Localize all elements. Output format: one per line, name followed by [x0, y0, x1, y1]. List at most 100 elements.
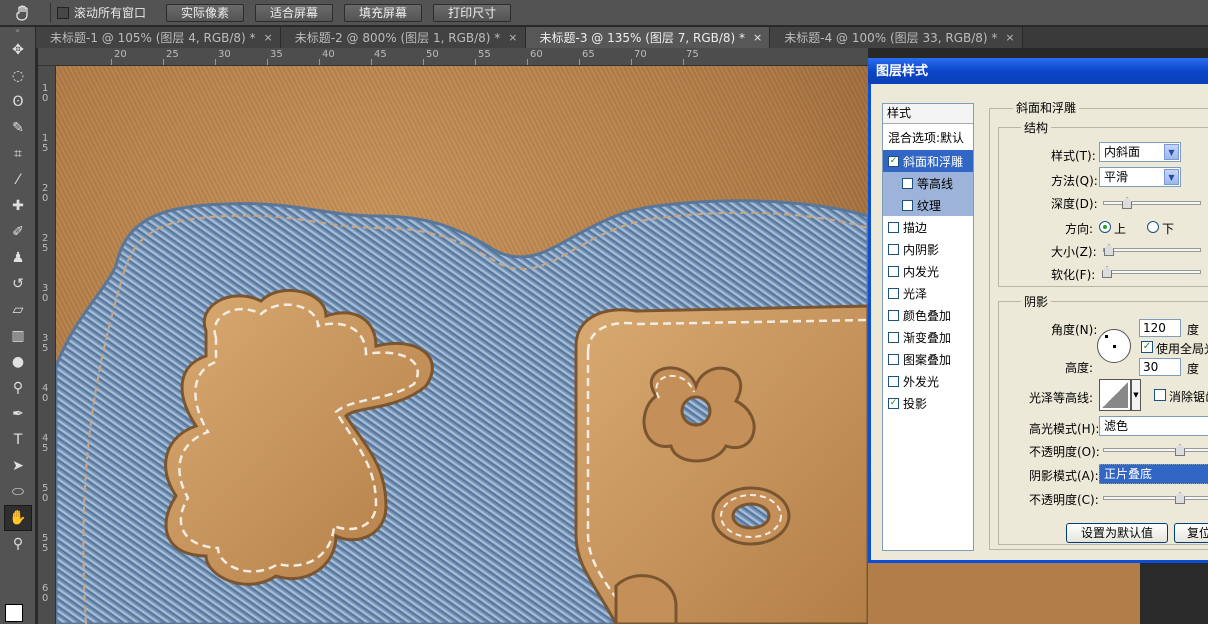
- style-item[interactable]: 外发光: [883, 370, 973, 392]
- close-icon[interactable]: ×: [508, 31, 517, 44]
- quick-select-tool-icon[interactable]: ✎: [0, 115, 36, 141]
- close-icon[interactable]: ×: [264, 31, 273, 44]
- style-item[interactable]: ✓ 斜面和浮雕: [883, 150, 973, 172]
- soften-slider[interactable]: [1102, 266, 1201, 278]
- history-brush-tool-icon[interactable]: ↺: [0, 271, 36, 297]
- type-tool-icon[interactable]: T: [0, 427, 36, 453]
- healing-brush-tool-icon[interactable]: ✚: [0, 193, 36, 219]
- reset-default-button[interactable]: 复位: [1174, 523, 1208, 543]
- fill-screen-button[interactable]: 填充屏幕: [344, 3, 423, 22]
- foreground-color-swatch[interactable]: [5, 604, 23, 622]
- style-item-checkbox[interactable]: [888, 375, 899, 387]
- style-item-checkbox[interactable]: [888, 221, 899, 233]
- chevron-down-icon[interactable]: ▼: [1164, 169, 1179, 185]
- highlight-opacity-slider[interactable]: [1103, 444, 1208, 456]
- style-item-checkbox[interactable]: [888, 287, 899, 299]
- style-item-label: 纹理: [917, 198, 942, 213]
- chevron-down-icon[interactable]: ▼: [1164, 144, 1179, 160]
- style-item-checkbox[interactable]: [902, 199, 913, 211]
- style-item[interactable]: 渐变叠加: [883, 326, 973, 348]
- ellipse-tool-icon[interactable]: ⬭: [0, 479, 36, 505]
- hand-icon[interactable]: [14, 2, 44, 24]
- gradient-tool-icon[interactable]: ▥: [0, 323, 36, 349]
- angle-input[interactable]: 120: [1139, 319, 1181, 337]
- panel-grip[interactable]: »: [0, 27, 35, 37]
- hand-tool-icon[interactable]: ✋: [4, 505, 32, 531]
- style-item[interactable]: 描边: [883, 216, 973, 238]
- shadow-mode-select[interactable]: 正片叠底: [1099, 464, 1208, 484]
- close-icon[interactable]: ×: [753, 31, 762, 44]
- tab-document-4[interactable]: 未标题-4 @ 100% (图层 33, RGB/8) * ×: [770, 27, 1023, 48]
- ruler-label: 10: [42, 83, 49, 104]
- vertical-ruler[interactable]: 10 15 20 25 30 35 40 45 50 55 60: [38, 66, 56, 624]
- tab-document-3[interactable]: 未标题-3 @ 135% (图层 7, RGB/8) * ×: [525, 27, 771, 48]
- style-items: ✓ 斜面和浮雕 等高线纹理描边 内阴影 内发光光泽颜色叠加 渐变叠加 图案叠加 外发光 ✓ 投影: [883, 150, 973, 414]
- style-item[interactable]: 等高线: [883, 172, 973, 194]
- ruler-label: 55: [478, 49, 491, 60]
- style-select[interactable]: 内斜面 ▼: [1099, 142, 1181, 162]
- highlight-mode-select[interactable]: 滤色: [1099, 416, 1208, 436]
- altitude-unit: 度: [1187, 362, 1200, 376]
- zoom-tool-icon[interactable]: ⚲: [0, 531, 36, 557]
- close-icon[interactable]: ×: [1005, 31, 1014, 44]
- horizontal-ruler[interactable]: 20 25 30 35 40 45 50 55 60 65 70 75: [38, 48, 868, 66]
- direction-down-radio[interactable]: [1147, 221, 1159, 233]
- pen-tool-icon[interactable]: ✒: [0, 401, 36, 427]
- size-slider[interactable]: [1103, 244, 1201, 256]
- dialog-title[interactable]: 图层样式: [868, 58, 1208, 84]
- ruler-tick: [267, 59, 268, 65]
- gloss-contour-picker[interactable]: [1099, 379, 1131, 411]
- style-item-checkbox[interactable]: [888, 309, 899, 321]
- soften-label: 软化(F):: [1051, 268, 1096, 282]
- style-item[interactable]: 内发光: [883, 260, 973, 282]
- altitude-input[interactable]: 30: [1139, 358, 1181, 376]
- style-item-label: 光泽: [903, 286, 928, 301]
- tab-document-2[interactable]: 未标题-2 @ 800% (图层 1, RGB/8) * ×: [280, 27, 526, 48]
- depth-slider[interactable]: [1103, 197, 1201, 209]
- scroll-all-windows-checkbox[interactable]: [57, 6, 69, 19]
- chevron-down-icon[interactable]: ▼: [1131, 379, 1141, 411]
- marquee-tool-icon[interactable]: ◌: [0, 63, 36, 89]
- crop-tool-icon[interactable]: ⌗: [0, 141, 36, 167]
- move-tool-icon[interactable]: ✥: [0, 37, 36, 63]
- actual-pixels-button[interactable]: 实际像素: [166, 3, 245, 22]
- brush-tool-icon[interactable]: ✐: [0, 219, 36, 245]
- style-item-checkbox[interactable]: [902, 177, 913, 189]
- style-select-value: 内斜面: [1104, 145, 1141, 159]
- style-item[interactable]: 颜色叠加: [883, 304, 973, 326]
- style-item[interactable]: 图案叠加: [883, 348, 973, 370]
- style-item[interactable]: ✓ 投影: [883, 392, 973, 414]
- direction-up-radio[interactable]: [1099, 221, 1111, 233]
- ruler-label: 45: [374, 49, 387, 60]
- styles-header[interactable]: 样式: [883, 104, 973, 124]
- style-item-checkbox[interactable]: [888, 353, 899, 365]
- style-item-checkbox[interactable]: [888, 265, 899, 277]
- print-size-button[interactable]: 打印尺寸: [433, 3, 512, 22]
- tab-document-1[interactable]: 未标题-1 @ 105% (图层 4, RGB/8) * ×: [36, 27, 281, 48]
- eraser-tool-icon[interactable]: ▱: [0, 297, 36, 323]
- path-select-tool-icon[interactable]: ➤: [0, 453, 36, 479]
- eyedropper-tool-icon[interactable]: ⁄: [0, 167, 36, 193]
- style-item-checkbox[interactable]: ✓: [888, 155, 899, 167]
- clone-stamp-tool-icon[interactable]: ♟: [0, 245, 36, 271]
- ruler-label: 60: [42, 583, 49, 604]
- shadow-opacity-slider[interactable]: [1103, 492, 1208, 504]
- style-item-checkbox[interactable]: [888, 331, 899, 343]
- style-item[interactable]: 光泽: [883, 282, 973, 304]
- ruler-label: 30: [218, 49, 231, 60]
- angle-dial[interactable]: [1097, 329, 1131, 363]
- technique-select[interactable]: 平滑 ▼: [1099, 167, 1181, 187]
- blur-tool-icon[interactable]: ●: [0, 349, 36, 375]
- fit-screen-button[interactable]: 适合屏幕: [255, 3, 334, 22]
- use-global-light-checkbox[interactable]: ✓: [1141, 341, 1153, 353]
- style-item-checkbox[interactable]: [888, 243, 899, 255]
- document-canvas[interactable]: [56, 66, 868, 624]
- lasso-tool-icon[interactable]: ʘ: [0, 89, 36, 115]
- style-item-checkbox[interactable]: ✓: [888, 397, 899, 409]
- make-default-button[interactable]: 设置为默认值: [1066, 523, 1168, 543]
- style-item[interactable]: 纹理: [883, 194, 973, 216]
- style-item[interactable]: 内阴影: [883, 238, 973, 260]
- anti-alias-checkbox[interactable]: [1154, 389, 1166, 401]
- dodge-tool-icon[interactable]: ⚲: [0, 375, 36, 401]
- blend-options-item[interactable]: 混合选项:默认: [883, 124, 973, 150]
